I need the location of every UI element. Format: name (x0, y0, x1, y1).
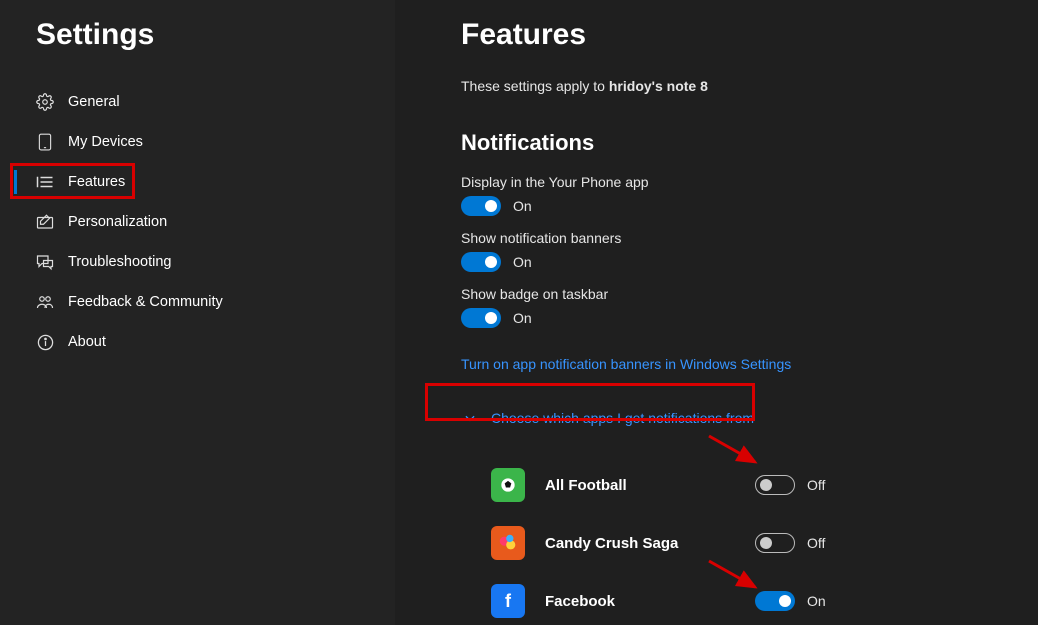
app-name: Facebook (545, 593, 755, 610)
toggle-state: Off (807, 535, 825, 551)
sidebar-item-label: About (68, 334, 106, 350)
app-icon-facebook: f (491, 584, 525, 618)
sidebar-item-personalization[interactable]: Personalization (0, 202, 395, 242)
app-icon-all-football (491, 468, 525, 502)
device-prefix: These settings apply to (461, 78, 609, 94)
toggle-state: On (513, 198, 532, 214)
phone-icon (36, 133, 54, 151)
toggle-badge[interactable] (461, 308, 501, 328)
sidebar-item-label: General (68, 94, 120, 110)
chevron-down-icon (463, 411, 477, 425)
sidebar-item-label: Features (68, 174, 125, 190)
sidebar-item-features[interactable]: Features (0, 162, 395, 202)
dropdown-label: Choose which apps I get notifications fr… (491, 410, 754, 426)
toggle-state: Off (807, 477, 825, 493)
sidebar-item-general[interactable]: General (0, 82, 395, 122)
sidebar-item-feedback[interactable]: Feedback & Community (0, 282, 395, 322)
toggle-banners[interactable] (461, 252, 501, 272)
setting-display-in-app: Display in the Your Phone app On (461, 174, 1038, 216)
choose-apps-dropdown[interactable]: Choose which apps I get notifications fr… (461, 404, 756, 432)
toggle-state: On (807, 593, 826, 609)
app-row-all-football: All Football Off (461, 456, 971, 514)
sidebar-item-label: Troubleshooting (68, 254, 171, 270)
sidebar-item-label: My Devices (68, 134, 143, 150)
toggle-state: On (513, 310, 532, 326)
windows-settings-link[interactable]: Turn on app notification banners in Wind… (461, 356, 791, 372)
people-icon (36, 293, 54, 311)
toggle-display-in-app[interactable] (461, 196, 501, 216)
chat-icon (36, 253, 54, 271)
setting-badge: Show badge on taskbar On (461, 286, 1038, 328)
sidebar-item-label: Feedback & Community (68, 294, 223, 310)
setting-label: Show notification banners (461, 230, 1038, 246)
edit-icon (36, 213, 54, 231)
list-icon (36, 173, 54, 191)
setting-banners: Show notification banners On (461, 230, 1038, 272)
sidebar-item-troubleshooting[interactable]: Troubleshooting (0, 242, 395, 282)
setting-label: Display in the Your Phone app (461, 174, 1038, 190)
toggle-state: On (513, 254, 532, 270)
settings-title: Settings (0, 18, 395, 82)
gear-icon (36, 93, 54, 111)
device-line: These settings apply to hridoy's note 8 (461, 78, 1038, 94)
page-title: Features (461, 18, 1038, 52)
main-content: Features These settings apply to hridoy'… (395, 0, 1038, 625)
nav-list: General My Devices Features Personalizat… (0, 82, 395, 362)
sidebar-item-about[interactable]: About (0, 322, 395, 362)
section-title-notifications: Notifications (461, 130, 1038, 156)
app-row-facebook: f Facebook On (461, 572, 971, 625)
device-name: hridoy's note 8 (609, 78, 708, 94)
app-row-candy-crush: Candy Crush Saga Off (461, 514, 971, 572)
setting-label: Show badge on taskbar (461, 286, 1038, 302)
app-name: Candy Crush Saga (545, 535, 755, 552)
toggle-all-football[interactable] (755, 475, 795, 495)
app-icon-candy-crush (491, 526, 525, 560)
app-name: All Football (545, 477, 755, 494)
toggle-facebook[interactable] (755, 591, 795, 611)
sidebar-item-my-devices[interactable]: My Devices (0, 122, 395, 162)
sidebar: Settings General My Devices Features Per… (0, 0, 395, 625)
info-icon (36, 333, 54, 351)
toggle-candy-crush[interactable] (755, 533, 795, 553)
sidebar-item-label: Personalization (68, 214, 167, 230)
